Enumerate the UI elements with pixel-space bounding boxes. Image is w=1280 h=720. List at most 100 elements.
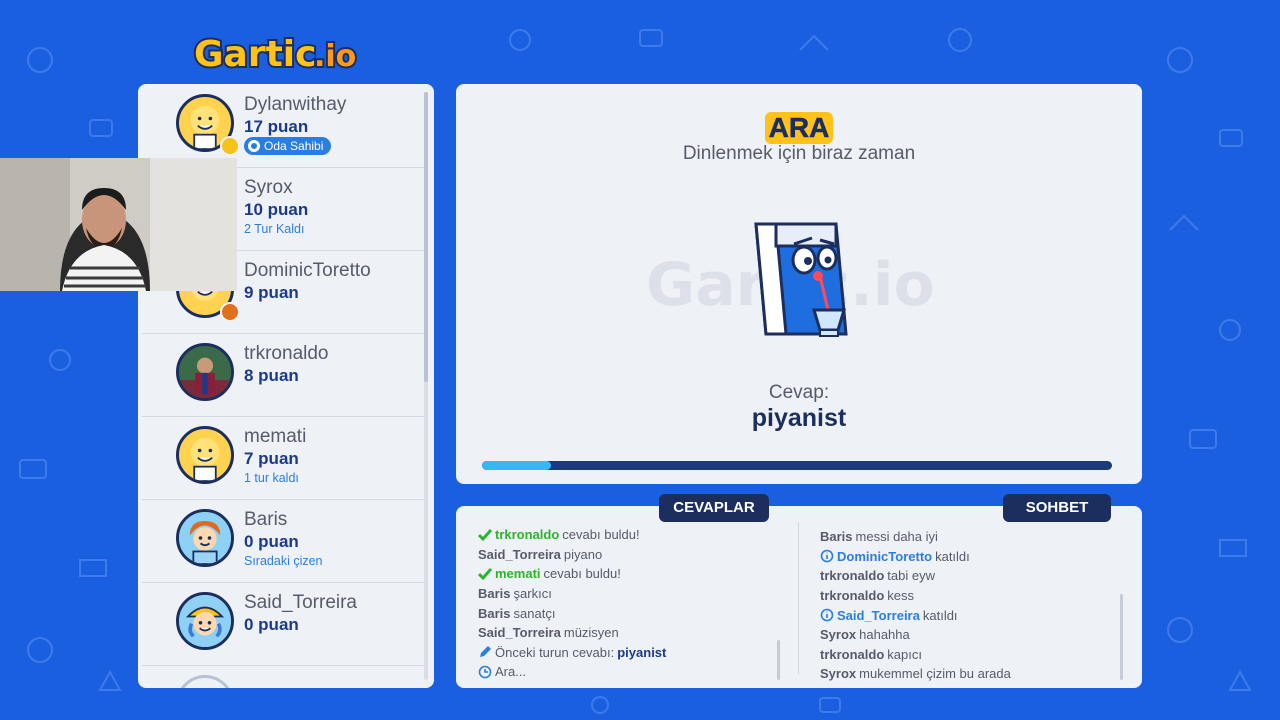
message-text: cevabı buldu! bbox=[562, 527, 640, 543]
message-user: Baris bbox=[478, 586, 511, 602]
svg-text:.io: .io bbox=[314, 39, 356, 74]
player-row[interactable]: memati 7 puan 1 tur kaldı bbox=[142, 416, 426, 500]
message-text: mukemmel çizim bu arada bbox=[859, 666, 1011, 682]
break-mascot-icon bbox=[754, 222, 848, 337]
message-text: tabi eyw bbox=[887, 568, 935, 584]
clock-icon bbox=[478, 665, 492, 679]
message-text: kapıcı bbox=[887, 646, 922, 662]
round-subtitle: Dinlenmek için biraz zaman bbox=[682, 143, 916, 164]
answer-label: Cevap: bbox=[768, 382, 830, 403]
answer-message: Önceki turun cevabı: piyanist bbox=[478, 643, 666, 663]
player-row[interactable]: Dylanwithay 17 puan Oda Sahibi bbox=[142, 84, 426, 168]
message-user: Syrox bbox=[820, 627, 857, 643]
chat-message: Baris messi daha iyi bbox=[820, 527, 1011, 547]
status-dot bbox=[220, 136, 240, 156]
message-user: Said_Torreira bbox=[478, 625, 561, 641]
message-text: şarkıcı bbox=[513, 586, 552, 602]
message-user: memati bbox=[495, 566, 541, 582]
player-points: 10 puan bbox=[244, 200, 309, 219]
player-row[interactable]: Baris 0 puan Sıradaki çizen bbox=[142, 499, 426, 583]
message-user: Said_Torreira bbox=[478, 546, 561, 562]
room-owner-badge: Oda Sahibi bbox=[244, 137, 332, 155]
message-text: müzisyen bbox=[563, 625, 619, 641]
message-user: Baris bbox=[820, 529, 853, 545]
message-text: katıldı bbox=[935, 548, 970, 564]
player-name: Syrox bbox=[244, 177, 293, 198]
message-user: Syrox bbox=[820, 666, 857, 682]
player-name: Baris bbox=[244, 509, 288, 530]
panel-divider bbox=[798, 522, 799, 674]
answer-message: Baris şarkıcı bbox=[478, 584, 666, 604]
player-name: Said_Torreira bbox=[244, 592, 357, 613]
chat-message: Syrox hahahha bbox=[820, 625, 1011, 645]
player-status: Sıradaki çizen bbox=[244, 554, 323, 568]
message-user: Baris bbox=[478, 605, 511, 621]
message-text: messi daha iyi bbox=[855, 529, 938, 545]
svg-text:Gartic: Gartic bbox=[194, 34, 316, 75]
answer-message: trkronaldo cevabı buldu! bbox=[478, 525, 666, 545]
player-name: trkronaldo bbox=[244, 343, 329, 364]
tab-answers[interactable]: CEVAPLAR bbox=[659, 494, 769, 522]
badge-label: Oda Sahibi bbox=[264, 139, 324, 153]
player-name: DominicToretto bbox=[244, 260, 371, 281]
answers-scrollbar[interactable] bbox=[777, 640, 780, 680]
chat-message: trkronaldo kess bbox=[820, 586, 1011, 606]
message-text: katıldı bbox=[922, 607, 958, 623]
message-text: cevabı buldu! bbox=[543, 566, 621, 582]
check-icon bbox=[478, 567, 492, 581]
character-avatar bbox=[176, 509, 234, 567]
info-icon bbox=[820, 550, 834, 563]
tab-chat[interactable]: SOHBET bbox=[1003, 494, 1111, 522]
answer-message: Said_Torreira müzisyen bbox=[478, 623, 666, 643]
player-status: 1 tur kaldı bbox=[244, 471, 299, 485]
character-avatar bbox=[176, 592, 234, 650]
answer-message: memati cevabı buldu! bbox=[478, 564, 666, 584]
player-points: 8 puan bbox=[244, 366, 299, 385]
message-text: hahahha bbox=[859, 627, 910, 643]
gartic-logo[interactable]: Gartic .io bbox=[192, 28, 382, 77]
chat-scrollbar[interactable] bbox=[1120, 594, 1123, 680]
chat-message: trkronaldo kapıcı bbox=[820, 645, 1011, 665]
message-user: trkronaldo bbox=[495, 527, 560, 543]
player-row[interactable]: trkronaldo 8 puan bbox=[142, 333, 426, 417]
chat-list[interactable]: Baris messi daha iyi DominicToretto katıldı… bbox=[820, 527, 1011, 684]
round-title: ARA bbox=[456, 112, 1142, 144]
chat-message: trkronaldo tabi eyw bbox=[820, 566, 1011, 586]
player-points: 7 puan bbox=[244, 449, 299, 468]
message-text: Önceki turun cevabı: bbox=[495, 644, 615, 660]
message-user: trkronaldo bbox=[820, 646, 885, 662]
info-icon bbox=[820, 608, 834, 622]
message-text: kess bbox=[887, 588, 915, 604]
answer-value: piyanist bbox=[751, 404, 847, 432]
players-scrollbar[interactable] bbox=[424, 92, 428, 382]
player-row-partial[interactable] bbox=[142, 665, 426, 688]
message-text: piyano bbox=[563, 546, 603, 562]
check-icon bbox=[478, 528, 492, 541]
player-points: 17 puan bbox=[244, 117, 309, 136]
pencil-icon bbox=[480, 646, 491, 658]
crown-icon bbox=[248, 140, 260, 152]
message-text: Ara... bbox=[495, 664, 527, 680]
webcam-overlay bbox=[0, 158, 237, 291]
player-name: memati bbox=[244, 426, 307, 447]
answer-message: Said_Torreira piyano bbox=[478, 545, 666, 565]
player-status: 2 Tur Kaldı bbox=[244, 222, 305, 236]
player-name: Dylanwithay bbox=[244, 94, 347, 115]
answers-list[interactable]: trkronaldo cevabı buldu! Said_Torreira piya… bbox=[478, 525, 666, 682]
previous-answer: piyanist bbox=[617, 644, 667, 660]
game-stage: ARA Dinlenmek için biraz zaman Gartic.io… bbox=[456, 84, 1142, 484]
player-points: 0 puan bbox=[244, 532, 299, 551]
player-points: 0 puan bbox=[244, 615, 299, 634]
status-dot bbox=[220, 302, 240, 322]
progress-fill bbox=[482, 461, 552, 470]
default-avatar bbox=[176, 426, 234, 484]
message-user: DominicToretto bbox=[837, 548, 933, 564]
player-row[interactable]: Said_Torreira 0 puan bbox=[142, 582, 426, 666]
bottom-panel: trkronaldo cevabı buldu! Said_Torreira piya… bbox=[456, 506, 1142, 688]
message-user: trkronaldo bbox=[820, 588, 885, 604]
message-text: sanatçı bbox=[513, 605, 556, 621]
chat-message: Said_Torreira katıldı bbox=[820, 605, 1011, 625]
answer-message: Ara... bbox=[478, 662, 666, 682]
player-points: 9 puan bbox=[244, 283, 299, 302]
chat-message: Syrox mukemmel çizim bu arada bbox=[820, 664, 1011, 684]
